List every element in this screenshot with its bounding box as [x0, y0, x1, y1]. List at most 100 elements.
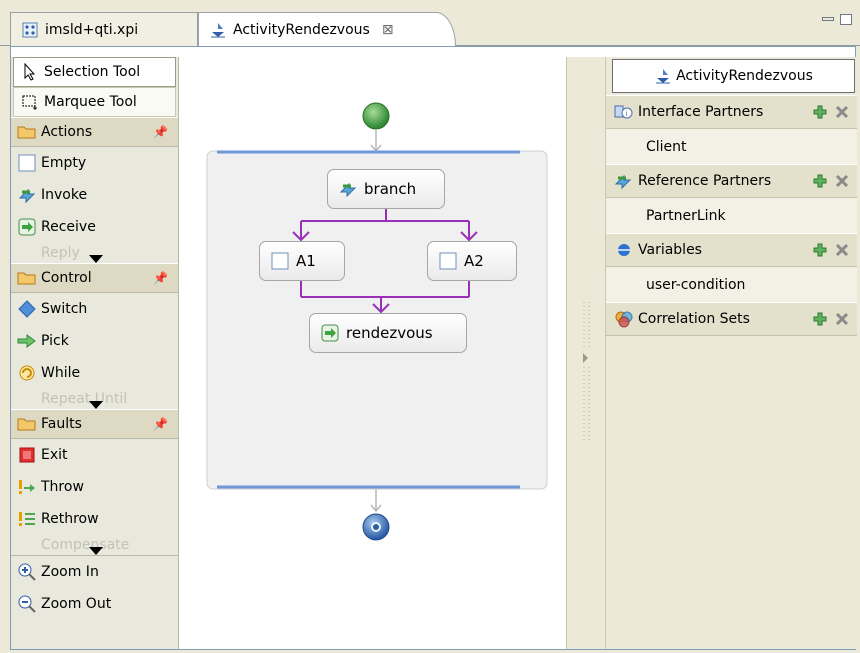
zoom-out-icon [17, 594, 37, 614]
more-arrow-icon[interactable] [89, 547, 103, 555]
exit-icon [17, 445, 37, 465]
node-label: A2 [464, 252, 484, 270]
item-label: Rethrow [41, 511, 99, 527]
node-a2[interactable]: A2 [427, 241, 517, 281]
editor-tab-bar: imsld+qti.xpi ActivityRendezvous ⊠ [0, 0, 860, 47]
outline-title[interactable]: ActivityRendezvous [612, 59, 855, 93]
pin-icon[interactable]: 📌 [153, 271, 168, 285]
maximize-button[interactable] [840, 14, 852, 25]
palette-item-throw[interactable]: Throw [11, 471, 178, 503]
section-correlation-sets[interactable]: Correlation Sets [606, 302, 857, 336]
compensate-icon [17, 535, 37, 555]
node-branch[interactable]: branch [327, 169, 445, 209]
palette-item-invoke[interactable]: Invoke [11, 179, 178, 211]
selection-tool[interactable]: Selection Tool [13, 57, 176, 87]
palette-item-compensate: Compensate [11, 535, 178, 555]
invoke-icon [338, 179, 358, 199]
correlation-icon [614, 309, 634, 329]
palette-item-receive[interactable]: Receive [11, 211, 178, 243]
node-rendezvous[interactable]: rendezvous [309, 313, 467, 353]
zoom-group: Zoom In Zoom Out [11, 555, 178, 620]
folder-icon [17, 270, 37, 286]
folder-icon [17, 416, 37, 432]
section-interface-partners[interactable]: i Interface Partners [606, 95, 857, 129]
tab-activity-rendezvous[interactable]: ActivityRendezvous ⊠ [198, 12, 456, 47]
svg-text:i: i [626, 110, 628, 118]
pin-icon[interactable]: 📌 [153, 417, 168, 431]
process-canvas[interactable]: branch A1 A2 rendezvous [179, 57, 566, 649]
close-icon[interactable]: ⊠ [382, 22, 394, 38]
folder-icon [17, 124, 37, 140]
delete-icon[interactable] [835, 105, 849, 119]
tab-label: imsld+qti.xpi [45, 21, 139, 38]
tab-imsld-qti[interactable]: imsld+qti.xpi [10, 12, 198, 46]
item-label: Zoom Out [41, 596, 112, 612]
empty-icon [270, 251, 290, 271]
item-label: Exit [41, 447, 68, 463]
outline-title-label: ActivityRendezvous [676, 68, 813, 84]
add-icon[interactable] [813, 105, 827, 119]
tool-label: Marquee Tool [44, 94, 137, 110]
palette-item-exit[interactable]: Exit [11, 439, 178, 471]
palette-item-switch[interactable]: Switch [11, 293, 178, 325]
tab-label: ActivityRendezvous [233, 22, 370, 38]
drawer-faults[interactable]: Faults 📌 [11, 409, 178, 439]
item-label: Invoke [41, 187, 88, 203]
empty-icon [17, 153, 37, 173]
item-label: Compensate [41, 537, 130, 553]
section-reference-partners[interactable]: Reference Partners [606, 164, 857, 198]
drawer-label: Control [41, 270, 92, 286]
node-label: branch [364, 180, 417, 198]
zoom-in-tool[interactable]: Zoom In [11, 556, 178, 588]
node-a1[interactable]: A1 [259, 241, 345, 281]
entry-user-condition[interactable]: user-condition [606, 267, 857, 302]
more-arrow-icon[interactable] [89, 255, 103, 263]
palette-item-pick[interactable]: Pick [11, 325, 178, 357]
window-controls [822, 14, 852, 25]
delete-icon[interactable] [835, 312, 849, 326]
drawer-actions[interactable]: Actions 📌 [11, 117, 178, 147]
section-variables[interactable]: Variables [606, 233, 857, 267]
delete-icon[interactable] [835, 243, 849, 257]
process-icon [209, 21, 227, 39]
node-label: A1 [296, 252, 316, 270]
pick-icon [17, 331, 37, 351]
grid-file-icon [21, 21, 39, 39]
delete-icon[interactable] [835, 174, 849, 188]
zoom-out-tool[interactable]: Zoom Out [11, 588, 178, 620]
drawer-label: Actions [41, 124, 93, 140]
minimize-button[interactable] [822, 17, 834, 21]
entry-client[interactable]: Client [606, 129, 857, 164]
palette-item-rethrow[interactable]: Rethrow [11, 503, 178, 535]
repeat-until-icon [17, 389, 37, 409]
collapse-arrow-icon[interactable] [583, 353, 588, 363]
start-node[interactable] [362, 102, 390, 130]
entry-label: PartnerLink [646, 207, 726, 224]
item-label: Pick [41, 333, 69, 349]
pin-icon[interactable]: 📌 [153, 125, 168, 139]
more-arrow-icon[interactable] [89, 401, 103, 409]
add-icon[interactable] [813, 312, 827, 326]
marquee-tool[interactable]: Marquee Tool [13, 87, 176, 117]
entry-partnerlink[interactable]: PartnerLink [606, 198, 857, 233]
palette-item-empty[interactable]: Empty [11, 147, 178, 179]
item-label: While [41, 365, 81, 381]
drawer-label: Faults [41, 416, 82, 432]
palette-item-while[interactable]: While [11, 357, 178, 389]
marquee-icon [20, 92, 40, 112]
palette-item-repeat-until: Repeat Until [11, 389, 178, 409]
item-label: Throw [41, 479, 84, 495]
section-buttons [813, 243, 849, 257]
add-icon[interactable] [813, 174, 827, 188]
drawer-control[interactable]: Control 📌 [11, 263, 178, 293]
section-label: Variables [638, 242, 702, 258]
switch-icon [17, 299, 37, 319]
variable-icon [614, 240, 634, 260]
receive-icon [17, 217, 37, 237]
while-icon [17, 363, 37, 383]
node-label: rendezvous [346, 324, 433, 342]
splitter[interactable] [566, 57, 606, 649]
item-label: Repeat Until [41, 391, 128, 407]
add-icon[interactable] [813, 243, 827, 257]
process-icon [654, 67, 672, 85]
